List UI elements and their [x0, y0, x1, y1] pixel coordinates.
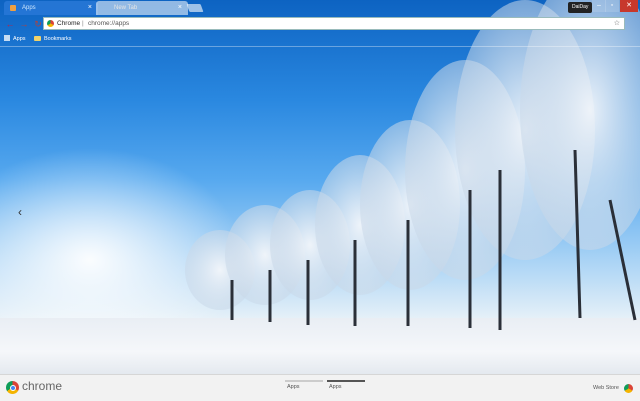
minimize-button[interactable]: –: [592, 0, 606, 12]
omnibox[interactable]: Chrome | chrome://apps ☆: [43, 17, 625, 30]
chrome-wordmark: chrome: [22, 379, 63, 393]
omnibox-separator: |: [82, 20, 84, 27]
web-store-icon[interactable]: [624, 384, 633, 393]
bookmark-apps[interactable]: Apps: [4, 33, 26, 45]
close-icon[interactable]: ×: [88, 1, 92, 15]
maximize-button[interactable]: ▫: [605, 0, 619, 12]
profile-badge[interactable]: DaiDay: [568, 2, 593, 13]
page-tab[interactable]: Apps: [287, 384, 300, 390]
apps-bottom-bar: chrome Apps Apps Web Store: [0, 374, 640, 401]
bookmark-label: Bookmarks: [44, 36, 72, 42]
close-icon[interactable]: ×: [178, 1, 182, 15]
bookmark-star-icon[interactable]: ☆: [614, 18, 620, 29]
apps-favicon-icon: [10, 5, 16, 11]
new-tab-button[interactable]: [186, 4, 204, 12]
chrome-page-icon: [47, 20, 54, 27]
tab-label: New Tab: [114, 5, 138, 11]
bookmarks-bar: Apps Bookmarks: [0, 33, 640, 45]
omnibox-chip: Chrome: [57, 20, 81, 27]
back-button[interactable]: ←: [4, 18, 16, 30]
tab-apps[interactable]: Apps ×: [4, 1, 98, 15]
previous-page-chevron-icon[interactable]: ‹: [18, 205, 22, 219]
chrome-logo-icon: [6, 381, 19, 394]
forward-button[interactable]: →: [18, 18, 30, 30]
divider: [0, 46, 640, 47]
bookmark-label: Apps: [13, 36, 26, 42]
tab-label: Apps: [22, 5, 36, 11]
tab-strip: Apps × New Tab × DaiDay – ▫ ✕: [0, 0, 640, 16]
web-store-link[interactable]: Web Store: [593, 385, 619, 391]
folder-icon: [34, 36, 41, 41]
page-tab-active[interactable]: Apps: [329, 384, 342, 390]
apps-grid-icon: [4, 35, 10, 41]
frosted-trees: [185, 0, 640, 330]
omnibox-url[interactable]: chrome://apps: [88, 18, 129, 29]
background-wallpaper: [0, 0, 640, 400]
page-indicator[interactable]: [285, 380, 323, 382]
tab-new-tab[interactable]: New Tab ×: [96, 1, 188, 15]
page-indicator-active[interactable]: [327, 380, 365, 382]
close-window-button[interactable]: ✕: [620, 0, 638, 12]
bookmark-folder[interactable]: Bookmarks: [34, 33, 72, 45]
